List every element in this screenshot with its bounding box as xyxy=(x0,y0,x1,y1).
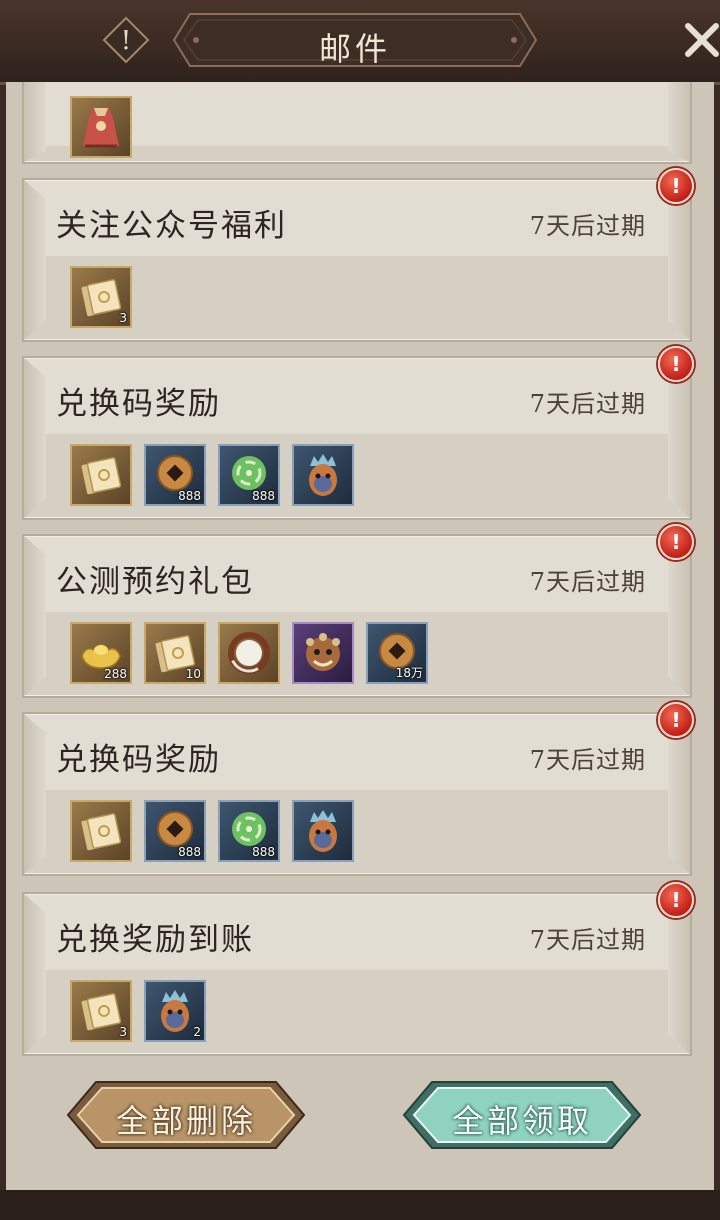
mail-item[interactable]: ! 兑换码奖励 7天后过期 888 888 xyxy=(22,346,694,520)
unread-badge: ! xyxy=(658,168,694,204)
footer-frame xyxy=(0,1190,720,1220)
mail-list[interactable]: ! 关注公众号福利 7天后过期 3 ! 兑换码奖励 7天后过期 888 888 … xyxy=(6,82,714,1190)
mail-item[interactable]: ! 关注公众号福利 7天后过期 3 xyxy=(22,168,694,342)
svg-text:!: ! xyxy=(121,26,131,56)
ticket-icon xyxy=(81,813,122,851)
item-quantity: 3 xyxy=(119,1025,127,1039)
reward-item[interactable]: 3 xyxy=(70,980,132,1042)
unread-badge: ! xyxy=(658,882,694,918)
claim-all-label: 全部领取 xyxy=(451,1102,592,1140)
mail-header: ! 邮件 xyxy=(0,0,720,85)
item-quantity: 2 xyxy=(193,1025,201,1039)
reward-item[interactable]: 3 xyxy=(70,266,132,328)
mail-expire: 7天后过期 xyxy=(529,212,646,240)
page-title: 邮件 xyxy=(318,30,391,68)
unread-badge: ! xyxy=(658,702,694,738)
costume-icon xyxy=(83,108,119,148)
mail-title: 兑换奖励到账 xyxy=(56,922,254,958)
reward-item[interactable] xyxy=(292,622,354,684)
close-button[interactable] xyxy=(678,14,720,62)
reward-item[interactable] xyxy=(218,622,280,684)
unread-badge: ! xyxy=(658,524,694,560)
mail-item[interactable] xyxy=(22,82,692,164)
mask-icon xyxy=(309,810,337,852)
mail-expire: 7天后过期 xyxy=(529,746,646,774)
reward-item[interactable] xyxy=(292,800,354,862)
reward-item[interactable]: 888 xyxy=(144,444,206,506)
reward-item[interactable]: 888 xyxy=(218,444,280,506)
mail-item[interactable]: ! 公测预约礼包 7天后过期 288 10 18万 xyxy=(22,524,694,698)
item-quantity: 888 xyxy=(252,845,275,859)
ticket-icon xyxy=(81,457,122,495)
info-button[interactable]: ! xyxy=(102,16,150,64)
unread-badge: ! xyxy=(658,346,694,382)
item-quantity: 888 xyxy=(178,489,201,503)
delete-all-label: 全部删除 xyxy=(115,1102,256,1140)
mask-icon xyxy=(309,454,337,496)
mail-expire: 7天后过期 xyxy=(529,926,646,954)
reward-item[interactable] xyxy=(70,800,132,862)
reward-item[interactable] xyxy=(70,96,132,158)
mail-title: 兑换码奖励 xyxy=(56,742,221,778)
claim-all-button[interactable]: 全部领取 xyxy=(402,1080,642,1150)
title-plate: 邮件 xyxy=(170,10,540,70)
delete-all-button[interactable]: 全部删除 xyxy=(66,1080,306,1150)
reward-item[interactable] xyxy=(70,444,132,506)
close-icon xyxy=(685,23,719,57)
item-quantity: 888 xyxy=(252,489,275,503)
item-quantity: 3 xyxy=(119,311,127,325)
reward-item[interactable] xyxy=(292,444,354,506)
mail-title: 关注公众号福利 xyxy=(56,208,287,244)
item-quantity: 10 xyxy=(185,667,201,681)
lion-head-icon xyxy=(306,633,340,671)
mail-expire: 7天后过期 xyxy=(529,390,646,418)
reward-item[interactable]: 2 xyxy=(144,980,206,1042)
item-quantity: 288 xyxy=(104,667,127,681)
ring-icon xyxy=(228,632,270,674)
info-icon: ! xyxy=(102,16,150,64)
mail-title: 兑换码奖励 xyxy=(56,386,221,422)
reward-item[interactable]: 10 xyxy=(144,622,206,684)
item-quantity: 18万 xyxy=(395,666,423,680)
reward-item[interactable]: 888 xyxy=(218,800,280,862)
mail-item[interactable]: ! 兑换奖励到账 7天后过期 3 2 xyxy=(22,882,694,1056)
mail-expire: 7天后过期 xyxy=(529,568,646,596)
reward-item[interactable]: 888 xyxy=(144,800,206,862)
item-quantity: 888 xyxy=(178,845,201,859)
mail-title: 公测预约礼包 xyxy=(56,564,254,600)
mail-item[interactable]: ! 兑换码奖励 7天后过期 888 888 xyxy=(22,702,694,876)
reward-item[interactable]: 18万 xyxy=(366,622,428,684)
reward-item[interactable]: 288 xyxy=(70,622,132,684)
